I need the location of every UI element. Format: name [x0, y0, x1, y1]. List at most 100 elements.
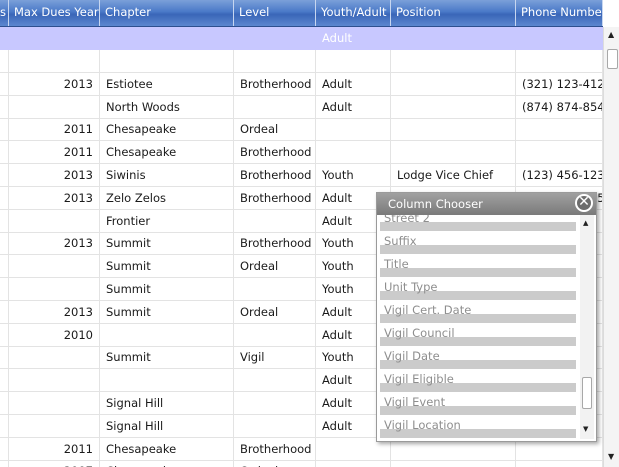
- cell-chapter: Estiotee: [100, 72, 234, 95]
- chooser-scroll-up-icon[interactable]: ▲: [583, 219, 588, 227]
- column-chooser-item-label: Title: [384, 257, 409, 271]
- cell-chapter: Siwinis: [100, 164, 234, 186]
- column-header-chapter[interactable]: Chapter: [100, 0, 234, 26]
- column-chooser-item[interactable]: Street 2: [380, 215, 576, 231]
- column-chooser-item-label: Street 2: [384, 215, 430, 225]
- column-chooser-item[interactable]: Vigil Cert. Date: [380, 300, 576, 323]
- cell-youth-adult: [316, 50, 391, 72]
- table-row[interactable]: 2007ChesapeakeOrdeal: [0, 460, 603, 467]
- cell-status: [0, 392, 9, 414]
- chooser-scroll-thumb[interactable]: [582, 377, 592, 409]
- cell-chapter: Chesapeake: [100, 437, 234, 460]
- table-row[interactable]: 2011 Chesapeake Ordeal: [0, 118, 603, 142]
- cell-status: [0, 141, 9, 164]
- cell-level: Brotherhood: [234, 437, 316, 460]
- cell-chapter: [100, 50, 234, 72]
- column-chooser-item[interactable]: Vigil Location: [380, 415, 576, 438]
- cell-level: Vigil: [234, 346, 316, 369]
- cell-level: Brotherhood: [234, 232, 316, 255]
- cell-chapter: Signal Hill: [100, 414, 234, 437]
- cell-level: [234, 278, 316, 300]
- column-chooser-item-label: Vigil Date: [384, 349, 440, 363]
- column-chooser-item-label: Unit Type: [384, 280, 438, 294]
- column-header-position[interactable]: Position: [391, 0, 516, 26]
- table-row[interactable]: North Woods Adult (874) 874-8548: [0, 95, 603, 119]
- column-chooser-item-label: Vigil Council: [384, 326, 455, 340]
- cell-level: Ordeal: [234, 255, 316, 278]
- cell-chapter: [100, 369, 234, 392]
- cell-max-dues-year: [9, 50, 100, 72]
- cell-chapter: [100, 323, 234, 346]
- column-chooser-item[interactable]: Vigil Event: [380, 392, 576, 415]
- group-row-label: Adult: [322, 31, 352, 45]
- column-chooser-item-label: Suffix: [384, 234, 417, 248]
- cell-level: [234, 95, 316, 118]
- cell-level: [234, 209, 316, 232]
- column-header-youth-adult[interactable]: Youth/Adult: [316, 0, 391, 26]
- cell-status: [0, 95, 9, 118]
- cell-position: [391, 72, 516, 95]
- group-row-adult[interactable]: Adult: [0, 27, 603, 50]
- cell-youth-adult: Adult: [316, 95, 391, 118]
- cell-level: Ordeal: [234, 460, 316, 467]
- table-row[interactable]: 2013 Estiotee Brotherhood Adult (321) 123-41…: [0, 72, 603, 96]
- column-chooser-item-label: Vigil Location: [384, 418, 461, 432]
- column-chooser-scrollbar[interactable]: ▲ ▼: [580, 215, 594, 439]
- cell-youth-adult: [316, 118, 391, 141]
- cell-max-dues-year: [9, 369, 100, 392]
- grid-vertical-scrollbar[interactable]: ▲ ▼: [603, 27, 619, 467]
- chooser-scroll-down-icon[interactable]: ▼: [583, 425, 588, 433]
- cell-max-dues-year: [9, 392, 100, 414]
- cell-max-dues-year: [9, 95, 100, 118]
- cell-youth-adult: Adult: [316, 72, 391, 95]
- column-chooser-item[interactable]: Suffix: [380, 231, 576, 254]
- cell-position: [391, 460, 516, 467]
- column-chooser-item[interactable]: Vigil Date: [380, 346, 576, 369]
- column-header-level[interactable]: Level: [234, 0, 316, 26]
- cell-status: [0, 346, 9, 369]
- cell-status: [0, 164, 9, 186]
- cell-level: Ordeal: [234, 300, 316, 323]
- cell-level: [234, 50, 316, 72]
- cell-level: Brotherhood: [234, 164, 316, 186]
- scroll-down-arrow-icon[interactable]: ▼: [608, 452, 614, 461]
- cell-chapter: Summit: [100, 346, 234, 369]
- column-header-phone-number[interactable]: Phone Number: [516, 0, 603, 26]
- column-header-max-dues-year[interactable]: Max Dues Year: [9, 0, 100, 26]
- cell-chapter: Chesapeake: [100, 118, 234, 141]
- close-icon[interactable]: ✕: [575, 194, 593, 212]
- cell-status: [0, 278, 9, 300]
- cell-level: Ordeal: [234, 118, 316, 141]
- cell-max-dues-year: 2013: [9, 186, 100, 209]
- cell-phone-number: (874) 874-8548: [516, 95, 603, 118]
- column-chooser-item[interactable]: Vigil Council: [380, 323, 576, 346]
- cell-max-dues-year: 2007: [9, 460, 100, 467]
- cell-status: [0, 369, 9, 392]
- column-header-status[interactable]: s: [0, 0, 9, 26]
- scroll-up-arrow-icon[interactable]: ▲: [608, 30, 614, 39]
- cell-chapter: Summit: [100, 300, 234, 323]
- cell-max-dues-year: [9, 346, 100, 369]
- column-chooser-item[interactable]: Title: [380, 254, 576, 277]
- cell-status: [0, 323, 9, 346]
- table-row[interactable]: 2013 Siwinis Brotherhood Youth Lodge Vice Ch…: [0, 164, 603, 187]
- cell-level: [234, 392, 316, 414]
- table-row[interactable]: [0, 50, 603, 73]
- cell-position: [391, 50, 516, 72]
- cell-max-dues-year: [9, 209, 100, 232]
- grid-scroll-thumb[interactable]: [607, 49, 618, 69]
- cell-status: [0, 72, 9, 95]
- cell-max-dues-year: 2011: [9, 118, 100, 141]
- cell-status: [0, 460, 9, 467]
- cell-level: [234, 414, 316, 437]
- cell-position: Lodge Vice Chief: [391, 164, 516, 186]
- column-chooser-titlebar[interactable]: Column Chooser ✕: [377, 193, 596, 215]
- table-row[interactable]: 2011 Chesapeake Brotherhood: [0, 141, 603, 165]
- cell-level: [234, 323, 316, 346]
- cell-phone-number: [516, 118, 603, 141]
- cell-level: Brotherhood: [234, 186, 316, 209]
- column-chooser-item[interactable]: Unit Type: [380, 277, 576, 300]
- cell-chapter: Chesapeake: [100, 460, 234, 467]
- cell-position: [391, 95, 516, 118]
- column-chooser-item[interactable]: Vigil Eligible: [380, 369, 576, 392]
